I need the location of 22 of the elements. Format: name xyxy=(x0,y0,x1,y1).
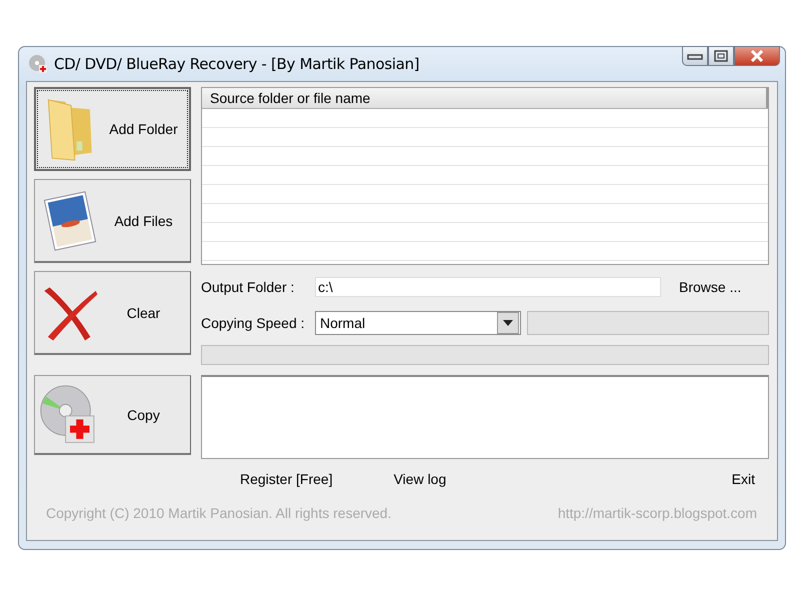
close-button[interactable] xyxy=(734,46,780,66)
copying-speed-label: Copying Speed : xyxy=(201,315,306,331)
add-folder-button[interactable]: Add Folder xyxy=(34,87,191,171)
link-button[interactable]: Register [Free] xyxy=(240,471,333,487)
browse-button[interactable]: Browse ... xyxy=(679,279,742,295)
maximize-button[interactable] xyxy=(708,46,734,66)
column-header[interactable]: Source folder or file name xyxy=(202,88,768,108)
minimize-button[interactable] xyxy=(682,46,708,66)
link-button[interactable]: Exit xyxy=(732,471,755,487)
link-button[interactable]: View log xyxy=(394,471,446,487)
copy-button[interactable]: Copy xyxy=(34,375,191,455)
maximize-icon xyxy=(714,50,728,62)
disc-icon xyxy=(28,54,48,74)
dropdown-arrow-icon xyxy=(503,320,513,326)
clear-button[interactable]: Clear xyxy=(34,271,191,355)
output-folder-label: Output Folder : xyxy=(201,279,296,295)
add-files-button[interactable]: Add Files xyxy=(34,179,191,263)
output-folder-field[interactable]: c:\ xyxy=(315,277,661,297)
copyright-text: Copyright (C) 2010 Martik Panosian. All rights reserved. xyxy=(46,505,392,521)
window-title: CD/ DVD/ BlueRay Recovery - [By Martik Panosian] xyxy=(54,55,420,73)
copying-speed-dropdown[interactable]: Normal xyxy=(315,311,521,335)
close-icon xyxy=(749,50,765,62)
